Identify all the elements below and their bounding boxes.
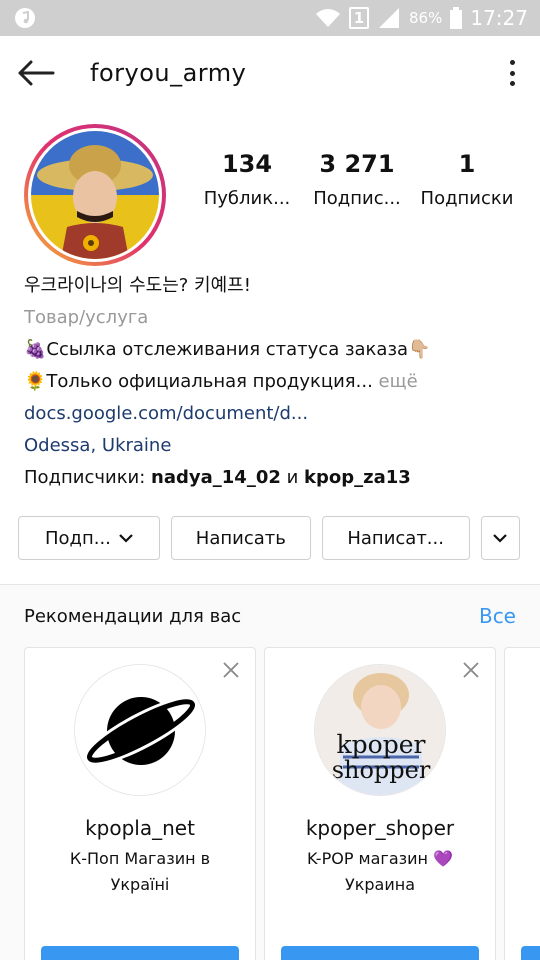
mutual-followers-and: и	[280, 467, 305, 488]
close-icon[interactable]	[461, 660, 481, 680]
bio-line-text: 🌻Только официальная продукция...	[24, 371, 373, 392]
wifi-icon	[316, 9, 341, 27]
avatar-text: kpoper	[337, 730, 426, 759]
suggestion-username[interactable]: kpoper_shoper	[306, 816, 454, 840]
stat-value: 3 271	[319, 150, 395, 178]
mutual-followers[interactable]: Подписчики: nadya_14_02 и kpop_za13	[24, 462, 516, 494]
suggestion-avatar[interactable]	[74, 664, 206, 796]
avatar-text: shopper	[332, 756, 431, 784]
avatar-image: kpoper shopper	[315, 665, 445, 795]
follow-button[interactable]: Подписаться	[41, 946, 239, 960]
mutual-follower-name: kpop_za13	[304, 467, 411, 488]
see-all-link[interactable]: Все	[479, 604, 516, 628]
planet-icon	[75, 665, 205, 795]
message-button[interactable]: Написать	[170, 516, 311, 560]
suggestion-card[interactable]: kpoper shopper kpoper_shoper K-POP магаз…	[264, 647, 496, 960]
more-options-button[interactable]	[502, 56, 522, 90]
following-button-label: Подп...	[44, 527, 111, 549]
profile-avatar[interactable]	[24, 124, 166, 266]
bio-category: Товар/услуга	[24, 307, 149, 328]
chevron-down-icon	[119, 534, 133, 543]
bio-website-link[interactable]: docs.google.com/document/d...	[24, 398, 516, 430]
profile-actions: Подп... Написать Написат...	[0, 516, 540, 560]
profile-username: foryou_army	[90, 59, 247, 87]
battery-icon	[450, 7, 463, 29]
dot-icon	[509, 60, 515, 65]
suggestions-title: Рекомендации для вас	[24, 605, 242, 627]
purple-heart-icon: 💜	[433, 849, 454, 868]
stat-value: 1	[458, 150, 476, 178]
avatar-image	[31, 131, 159, 259]
stat-label: Подпис...	[313, 188, 401, 209]
battery-percent: 86%	[409, 9, 443, 27]
suggestion-description-text: K-POP магазин	[306, 849, 428, 868]
stat-label: Подписки	[420, 188, 514, 209]
stat-followers[interactable]: 3 271 Подпис...	[302, 150, 412, 209]
clock: 17:27	[470, 6, 528, 30]
dot-icon	[509, 81, 515, 86]
bio-location-link[interactable]: Odessa, Ukraine	[24, 430, 516, 462]
suggestion-card[interactable]: kpopla_net К-Поп Магазин в Україні Подпи…	[24, 647, 256, 960]
profile-header: foryou_army	[0, 36, 540, 110]
close-icon[interactable]	[221, 660, 241, 680]
sim-slot-badge: 1	[349, 7, 370, 29]
suggestion-avatar[interactable]: kpoper shopper	[314, 664, 446, 796]
back-arrow-icon	[18, 60, 55, 86]
suggestions-section: Рекомендации для вас Все kpopla_net К-По…	[0, 585, 540, 960]
suggestion-cards: kpopla_net К-Поп Магазин в Україні Подпи…	[0, 647, 540, 960]
mutual-followers-prefix: Подписчики:	[24, 467, 152, 488]
bio-name: 우크라이나의 수도는? 키예프!	[24, 275, 251, 296]
bio-more-link[interactable]: ещё	[373, 371, 418, 392]
stat-posts[interactable]: 134 Публик...	[192, 150, 302, 209]
follow-button-partial[interactable]	[521, 946, 540, 960]
back-button[interactable]	[16, 53, 56, 93]
follow-button[interactable]: Подписаться	[281, 946, 479, 960]
stat-following[interactable]: 1 Подписки	[412, 150, 522, 209]
profile-summary: 134 Публик... 3 271 Подпис... 1 Подписки	[0, 110, 540, 266]
stat-value: 134	[221, 150, 273, 178]
message-button-secondary[interactable]: Написат...	[321, 516, 470, 560]
suggestion-username[interactable]: kpopla_net	[85, 816, 195, 840]
bio-line-truncated: 🌻Только официальная продукция... ещё	[24, 366, 516, 398]
suggestion-description: K-POP магазин 💜 Украина	[285, 846, 475, 898]
suggestion-description: К-Поп Магазин в Україні	[69, 849, 211, 894]
stat-label: Публик...	[203, 188, 291, 209]
mutual-follower-name: nadya_14_02	[151, 467, 281, 488]
profile-bio: 우크라이나의 수도는? 키예프! Товар/услуга 🍇Ссылка от…	[0, 260, 540, 494]
suggestion-card-partial[interactable]	[504, 647, 540, 960]
chevron-down-icon	[493, 534, 508, 543]
following-dropdown-button[interactable]: Подп...	[18, 516, 160, 560]
suggestions-toggle-button[interactable]	[480, 516, 520, 560]
bio-line: 🍇Ссылка отслеживания статуса заказа👇🏼	[24, 339, 431, 360]
music-icon	[15, 8, 35, 28]
dot-icon	[509, 70, 515, 76]
status-bar: 1 86% 17:27	[0, 0, 540, 36]
suggestion-description-text: Украина	[344, 875, 416, 894]
signal-icon	[379, 8, 400, 28]
profile-stats: 134 Публик... 3 271 Подпис... 1 Подписки	[192, 150, 522, 209]
